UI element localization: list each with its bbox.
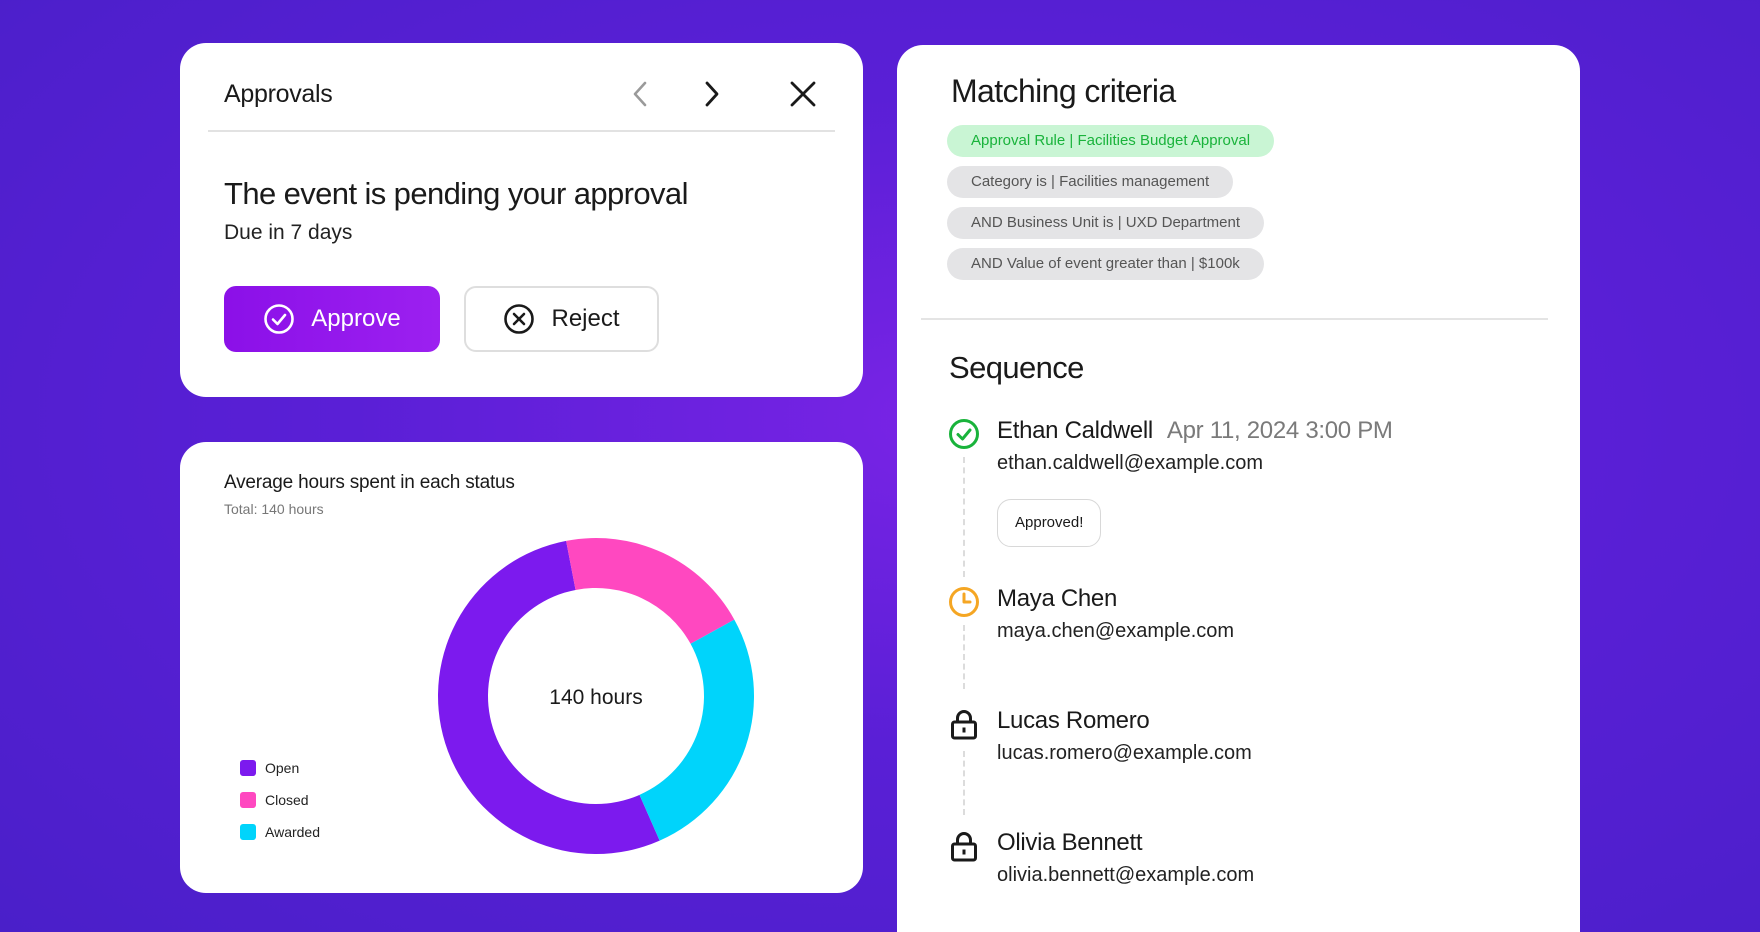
legend-swatch (240, 824, 256, 840)
criteria-chip: AND Business Unit is | UXD Department (947, 207, 1264, 239)
reject-button[interactable]: Reject (464, 286, 659, 352)
chevron-right-icon (705, 81, 719, 107)
legend-swatch (240, 792, 256, 808)
section-divider (921, 318, 1548, 320)
approver-email: lucas.romero@example.com (997, 742, 1252, 764)
approver-email: olivia.bennett@example.com (997, 864, 1255, 886)
chart-subtitle: Total: 140 hours (224, 501, 324, 517)
x-circle-icon (504, 304, 535, 334)
criteria-sequence-card: Matching criteria Approval Rule | Facili… (897, 45, 1580, 932)
legend-item: Awarded (240, 816, 320, 848)
sequence-connector (963, 457, 965, 577)
donut-slice-awarded (639, 619, 754, 841)
approver-email: ethan.caldwell@example.com (997, 452, 1263, 474)
approver-email: maya.chen@example.com (997, 620, 1235, 642)
chevron-left-icon (633, 81, 647, 107)
chart-legend: Open Closed Awarded (240, 752, 320, 848)
close-button[interactable] (783, 74, 823, 114)
due-date: Due in 7 days (224, 221, 353, 244)
reject-label: Reject (551, 305, 620, 332)
criteria-chip: AND Value of event greater than | $100k (947, 248, 1264, 280)
lock-icon (951, 710, 977, 740)
approval-heading: The event is pending your approval (224, 176, 688, 211)
donut-slice-closed (566, 538, 735, 644)
approvals-card: Approvals The event is pending your appr… (180, 43, 863, 397)
approvals-title: Approvals (224, 79, 333, 108)
legend-item: Open (240, 752, 320, 784)
sequence-connector (963, 625, 965, 689)
approval-timestamp: Apr 11, 2024 3:00 PM (1166, 417, 1393, 444)
donut-chart: 140 hours (438, 538, 754, 854)
legend-label: Open (265, 760, 300, 776)
check-circle-icon (949, 419, 979, 449)
approval-comment: Approved! (997, 499, 1102, 547)
criteria-chip: Approval Rule | Facilities Budget Approv… (947, 125, 1275, 157)
legend-item: Closed (240, 784, 320, 816)
approver-name: Lucas Romero (997, 707, 1150, 734)
sequence-connector (963, 751, 965, 815)
criteria-chip: Category is | Facilities management (947, 166, 1234, 198)
previous-button[interactable] (621, 74, 661, 114)
approve-label: Approve (311, 305, 401, 332)
chart-title: Average hours spent in each status (224, 472, 515, 493)
check-circle-icon (264, 304, 295, 334)
lock-icon (951, 832, 977, 862)
approver-name: Olivia Bennett (997, 829, 1143, 856)
approver-name: Maya Chen (997, 585, 1118, 612)
donut-center-label: 140 hours (549, 686, 642, 709)
approver-name: Ethan Caldwell (997, 417, 1153, 444)
matching-criteria-title: Matching criteria (951, 73, 1176, 109)
legend-label: Closed (265, 792, 309, 808)
approve-button[interactable]: Approve (224, 286, 440, 352)
criteria-chips: Approval Rule | Facilities Budget Approv… (947, 125, 1275, 289)
approvals-divider (208, 130, 835, 132)
next-button[interactable] (691, 74, 731, 114)
clock-icon (949, 587, 979, 617)
status-chart-card: Average hours spent in each status Total… (180, 442, 863, 893)
legend-label: Awarded (265, 824, 321, 840)
sequence-title: Sequence (949, 350, 1084, 385)
approvals-header: Approvals (224, 71, 823, 117)
close-icon (790, 81, 816, 107)
legend-swatch (240, 760, 256, 776)
